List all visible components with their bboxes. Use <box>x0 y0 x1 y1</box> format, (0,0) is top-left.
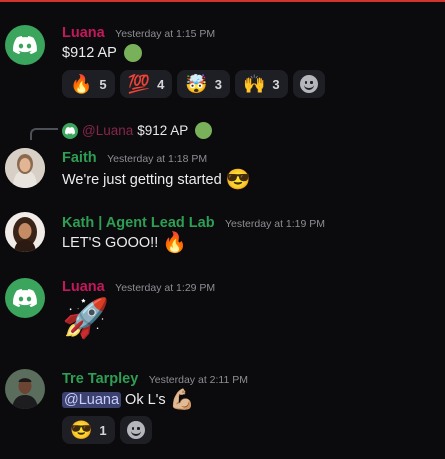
reaction-sunglasses[interactable]: 😎 1 <box>62 416 115 444</box>
discord-logo-icon <box>13 35 37 54</box>
message-header: Luana Yesterday at 1:15 PM <box>62 24 215 42</box>
reaction-raised-hands[interactable]: 🙌 3 <box>234 70 288 98</box>
user-photo-icon <box>5 212 45 252</box>
message-text: $912 AP <box>62 45 117 61</box>
hundred-emoji-icon: 💯 <box>127 74 151 94</box>
username[interactable]: Tre Tarpley <box>62 371 138 387</box>
timestamp[interactable]: Yesterday at 1:15 PM <box>115 28 215 40</box>
user-photo-icon <box>5 148 45 188</box>
message-text: Ok L's <box>125 392 166 408</box>
timestamp[interactable]: Yesterday at 1:18 PM <box>107 153 207 165</box>
avatar[interactable] <box>5 278 45 318</box>
green-circle-icon <box>123 44 142 62</box>
message-text: LET'S GOOO!! <box>62 235 159 251</box>
top-divider <box>0 0 445 2</box>
discord-logo-icon <box>13 288 37 307</box>
sunglasses-emoji-icon: 😎 <box>70 420 93 440</box>
add-reaction-icon <box>299 75 318 93</box>
reply-preview[interactable]: @Luana $912 AP <box>62 122 213 139</box>
message-header: Luana Yesterday at 1:29 PM <box>62 278 215 296</box>
rocket-emoji-icon: 🚀 <box>62 298 110 340</box>
message-header: Faith Yesterday at 1:18 PM <box>62 149 207 167</box>
avatar[interactable] <box>5 148 45 188</box>
timestamp[interactable]: Yesterday at 1:29 PM <box>115 282 215 294</box>
reaction-mind-blown[interactable]: 🤯 3 <box>177 70 230 98</box>
avatar[interactable] <box>5 212 45 252</box>
discord-logo-icon <box>65 126 75 135</box>
mind-blown-emoji-icon: 🤯 <box>185 74 208 94</box>
reaction-count: 5 <box>99 76 107 92</box>
reply-connector <box>30 128 58 140</box>
avatar[interactable] <box>5 25 45 65</box>
message-text-row: We're just getting started 😎 <box>62 170 251 190</box>
reaction-hundred[interactable]: 💯 4 <box>119 70 173 98</box>
reaction-count: 3 <box>272 76 280 92</box>
message-text-row: $912 AP <box>62 44 142 62</box>
username[interactable]: Faith <box>62 150 97 166</box>
reaction-count: 4 <box>157 76 165 92</box>
avatar[interactable] <box>5 369 45 409</box>
timestamp[interactable]: Yesterday at 2:11 PM <box>149 374 248 386</box>
reply-text: $912 AP <box>137 123 189 138</box>
add-reaction-icon <box>126 421 145 439</box>
message-header: Tre Tarpley Yesterday at 2:11 PM <box>62 370 248 388</box>
reply-mention[interactable]: @Luana <box>82 123 133 138</box>
reaction-count: 1 <box>99 422 107 438</box>
fire-emoji-icon: 🔥 <box>70 74 93 94</box>
reaction-bar: 🔥 5 💯 4 🤯 3 🙌 3 <box>62 70 325 98</box>
reaction-count: 3 <box>214 76 222 92</box>
green-circle-icon <box>195 122 213 139</box>
user-mention[interactable]: @Luana <box>62 392 122 408</box>
username[interactable]: Kath | Agent Lead Lab <box>62 215 215 231</box>
add-reaction-button[interactable] <box>292 70 325 98</box>
reaction-bar: 😎 1 <box>62 416 152 444</box>
user-photo-icon <box>5 369 45 409</box>
username[interactable]: Luana <box>62 279 105 295</box>
reply-avatar <box>62 122 78 139</box>
message-text: We're just getting started <box>62 172 222 188</box>
message-text-row: LET'S GOOO!! 🔥 <box>62 233 187 253</box>
timestamp[interactable]: Yesterday at 1:19 PM <box>225 218 325 230</box>
raised-hands-emoji-icon: 🙌 <box>242 74 266 94</box>
message-header: Kath | Agent Lead Lab Yesterday at 1:19 … <box>62 214 325 232</box>
fire-emoji-icon: 🔥 <box>162 232 188 254</box>
sunglasses-emoji-icon: 😎 <box>225 169 251 191</box>
username[interactable]: Luana <box>62 25 105 41</box>
reaction-fire[interactable]: 🔥 5 <box>62 70 115 98</box>
add-reaction-button[interactable] <box>119 416 152 444</box>
message-text-row: @Luana Ok L's 💪🏼 <box>62 390 195 410</box>
flexed-biceps-emoji-icon: 💪🏼 <box>169 389 195 411</box>
